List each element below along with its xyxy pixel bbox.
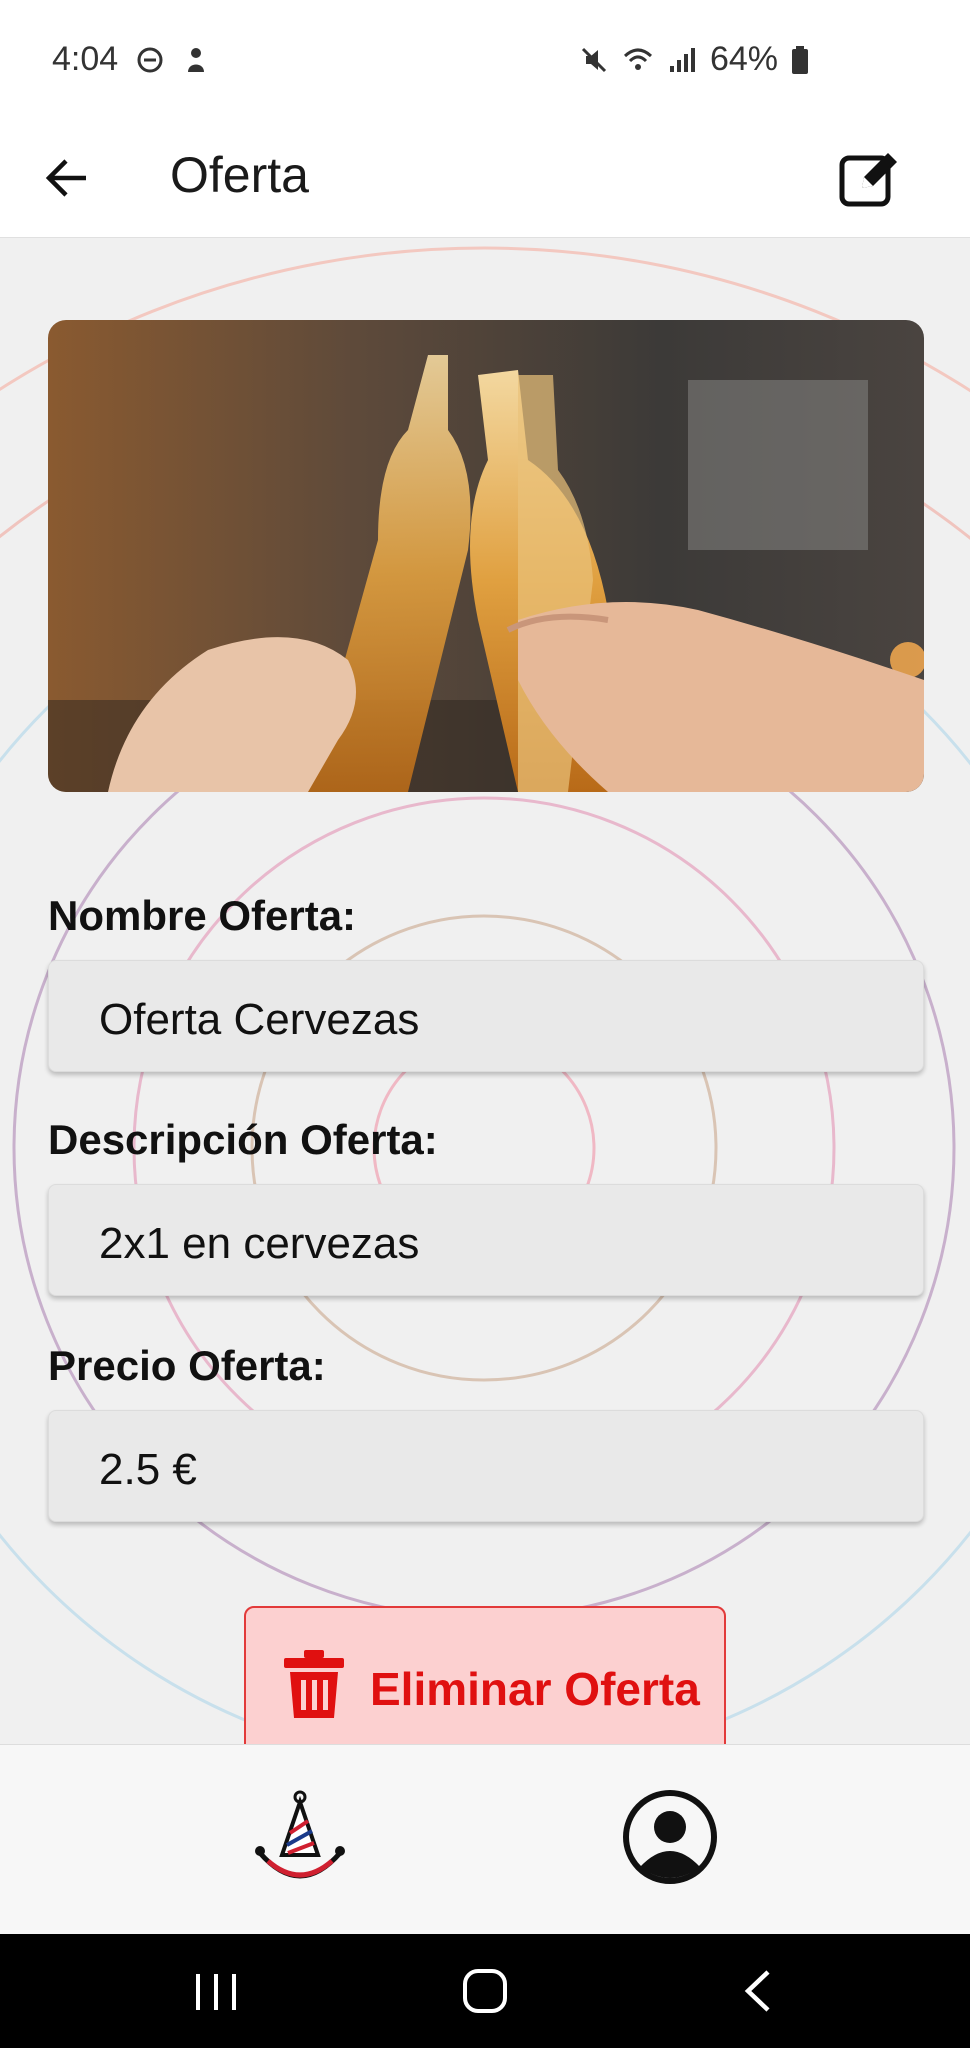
battery-icon xyxy=(792,45,808,74)
description-field[interactable]: 2x1 en cervezas xyxy=(48,1184,924,1296)
name-field[interactable]: Oferta Cervezas xyxy=(48,960,924,1072)
user-profile-icon[interactable] xyxy=(622,1789,718,1885)
beer-bottles-photo xyxy=(48,320,924,792)
home-icon[interactable] xyxy=(462,1968,508,2014)
party-logo-icon[interactable] xyxy=(254,1789,346,1889)
trash-icon xyxy=(284,1650,344,1718)
status-bar: 4:04 64% xyxy=(0,0,970,120)
battery-percent: 64% xyxy=(709,40,778,78)
page-title: Oferta xyxy=(170,147,309,203)
signal-icon xyxy=(669,47,695,72)
back-icon[interactable] xyxy=(742,1968,772,2014)
wifi-icon xyxy=(623,48,652,70)
back-arrow-icon[interactable] xyxy=(40,148,100,208)
description-value: 2x1 en cervezas xyxy=(99,1219,420,1268)
bottom-navigation xyxy=(0,1744,970,1934)
name-value: Oferta Cervezas xyxy=(99,995,420,1044)
edit-icon[interactable] xyxy=(836,144,904,212)
app-bar: Oferta xyxy=(0,120,970,238)
recent-apps-icon[interactable] xyxy=(192,1972,240,2012)
offer-detail-content: Nombre Oferta: Oferta Cervezas Descripci… xyxy=(0,238,970,1744)
name-label: Nombre Oferta: xyxy=(48,892,357,939)
delete-offer-label: Eliminar Oferta xyxy=(370,1663,700,1715)
price-label: Precio Oferta: xyxy=(48,1342,326,1389)
mute-icon xyxy=(581,47,606,72)
description-label: Descripción Oferta: xyxy=(48,1116,438,1163)
status-time: 4:04 xyxy=(52,40,119,78)
do-not-disturb-icon xyxy=(137,47,163,73)
offer-image xyxy=(48,320,924,792)
price-value: 2.5 € xyxy=(99,1445,197,1494)
notification-person-icon xyxy=(188,48,204,72)
price-field[interactable]: 2.5 € xyxy=(48,1410,924,1522)
delete-offer-button[interactable]: Eliminar Oferta xyxy=(244,1606,726,1744)
system-navigation-bar xyxy=(0,1934,970,2048)
